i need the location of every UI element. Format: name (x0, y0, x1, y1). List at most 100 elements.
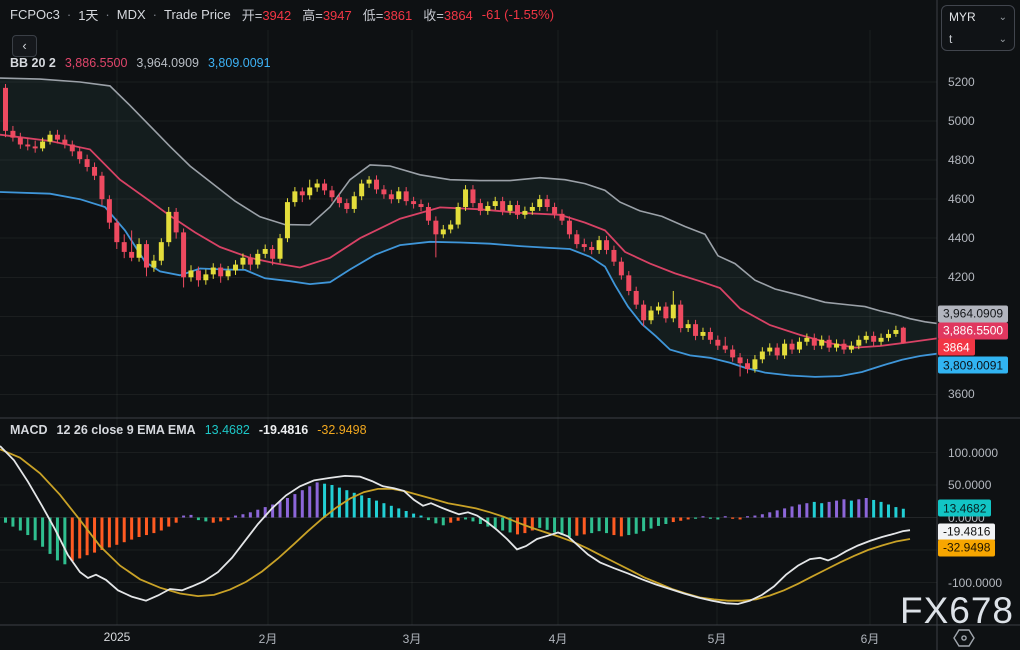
chart-canvas[interactable] (0, 0, 1020, 650)
candle[interactable] (790, 344, 795, 350)
macd-histogram-bar[interactable] (382, 503, 385, 517)
candle[interactable] (159, 242, 164, 261)
candle[interactable] (730, 350, 735, 358)
macd-histogram-bar[interactable] (672, 518, 675, 523)
macd-histogram-bar[interactable] (301, 490, 304, 517)
macd-histogram-bar[interactable] (627, 518, 630, 536)
candle[interactable] (18, 138, 23, 145)
time-label[interactable]: 2月 (259, 630, 278, 647)
candle[interactable] (589, 247, 594, 250)
macd-histogram-bar[interactable] (739, 518, 742, 520)
macd-histogram-bar[interactable] (34, 518, 37, 541)
macd-histogram-bar[interactable] (100, 518, 103, 551)
candle[interactable] (33, 146, 38, 148)
candle[interactable] (218, 268, 223, 277)
candle[interactable] (211, 268, 216, 275)
candle[interactable] (337, 197, 342, 203)
macd-histogram-bar[interactable] (397, 508, 400, 517)
candle[interactable] (189, 270, 194, 277)
time-axis[interactable]: 20252月3月4月5月6月 (0, 626, 1020, 650)
macd-histogram-bar[interactable] (701, 516, 704, 517)
macd-histogram-bar[interactable] (249, 512, 252, 517)
macd-histogram-bar[interactable] (360, 495, 363, 517)
time-label[interactable]: 4月 (549, 630, 568, 647)
macd-histogram-bar[interactable] (561, 518, 564, 536)
candle[interactable] (40, 142, 45, 149)
macd-histogram-bar[interactable] (894, 507, 897, 517)
candle[interactable] (515, 205, 520, 215)
macd-histogram-bar[interactable] (26, 518, 29, 536)
candle[interactable] (85, 159, 90, 167)
candle[interactable] (619, 262, 624, 276)
macd-histogram-bar[interactable] (286, 498, 289, 518)
macd-histogram-bar[interactable] (805, 503, 808, 517)
macd-histogram-bar[interactable] (731, 518, 734, 519)
candle[interactable] (656, 307, 661, 311)
candle[interactable] (604, 240, 609, 250)
candle[interactable] (122, 242, 127, 252)
candle[interactable] (738, 357, 743, 363)
macd-histogram-bar[interactable] (635, 518, 638, 534)
macd-histogram-bar[interactable] (872, 500, 875, 518)
macd-histogram-bar[interactable] (434, 518, 437, 524)
macd-histogram-bar[interactable] (175, 518, 178, 523)
candle[interactable] (48, 135, 53, 142)
macd-histogram-bar[interactable] (442, 518, 445, 526)
candle[interactable] (530, 207, 535, 211)
candle[interactable] (92, 167, 97, 176)
macd-histogram-bar[interactable] (516, 518, 519, 535)
candle[interactable] (99, 176, 104, 199)
macd-histogram-bar[interactable] (791, 506, 794, 517)
macd-histogram-bar[interactable] (650, 518, 653, 529)
candle[interactable] (626, 275, 631, 291)
candle[interactable] (864, 336, 869, 340)
candle[interactable] (879, 338, 884, 342)
time-label[interactable]: 2025 (104, 630, 131, 644)
macd-histogram-bar[interactable] (553, 518, 556, 533)
macd-histogram-bar[interactable] (828, 502, 831, 518)
candle[interactable] (508, 205, 513, 211)
symbol-name[interactable]: FCPOc3 (10, 7, 60, 22)
candle[interactable] (359, 184, 364, 197)
candle[interactable] (819, 340, 824, 346)
macd-histogram-bar[interactable] (412, 514, 415, 518)
macd-histogram-bar[interactable] (694, 518, 697, 519)
unit-dropdown[interactable]: t ⌄ (942, 28, 1014, 50)
candle[interactable] (381, 189, 386, 194)
macd-histogram-bar[interactable] (716, 518, 719, 520)
macd-histogram-bar[interactable] (138, 518, 141, 538)
candle[interactable] (634, 291, 639, 305)
macd-histogram-bar[interactable] (405, 511, 408, 518)
candle[interactable] (641, 305, 646, 321)
macd-histogram-bar[interactable] (182, 516, 185, 518)
candle[interactable] (611, 250, 616, 262)
candle[interactable] (426, 207, 431, 221)
macd-histogram-bar[interactable] (598, 518, 601, 532)
candle[interactable] (663, 307, 668, 319)
candle[interactable] (760, 352, 765, 360)
macd-histogram-bar[interactable] (293, 494, 296, 517)
macd-histogram-bar[interactable] (390, 506, 393, 518)
macd-histogram-bar[interactable] (204, 518, 207, 522)
candle[interactable] (240, 258, 245, 265)
macd-histogram-bar[interactable] (902, 509, 905, 518)
candle[interactable] (671, 305, 676, 319)
candle[interactable] (841, 344, 846, 350)
macd-histogram-bar[interactable] (880, 502, 883, 518)
macd-histogram-bar[interactable] (279, 501, 282, 517)
macd-histogram-bar[interactable] (108, 518, 111, 548)
candle[interactable] (129, 252, 134, 258)
candle[interactable] (411, 201, 416, 204)
candle[interactable] (419, 204, 424, 207)
macd-histogram-bar[interactable] (256, 510, 259, 518)
macd-histogram-bar[interactable] (679, 518, 682, 521)
macd-histogram-bar[interactable] (375, 501, 378, 518)
candle[interactable] (389, 194, 394, 199)
candle[interactable] (144, 244, 149, 267)
macd-histogram-bar[interactable] (152, 518, 155, 534)
macd-histogram-bar[interactable] (190, 515, 193, 518)
candle[interactable] (3, 88, 8, 131)
macd-histogram-bar[interactable] (538, 518, 541, 528)
candle[interactable] (567, 221, 572, 235)
macd-histogram-bar[interactable] (620, 518, 623, 537)
